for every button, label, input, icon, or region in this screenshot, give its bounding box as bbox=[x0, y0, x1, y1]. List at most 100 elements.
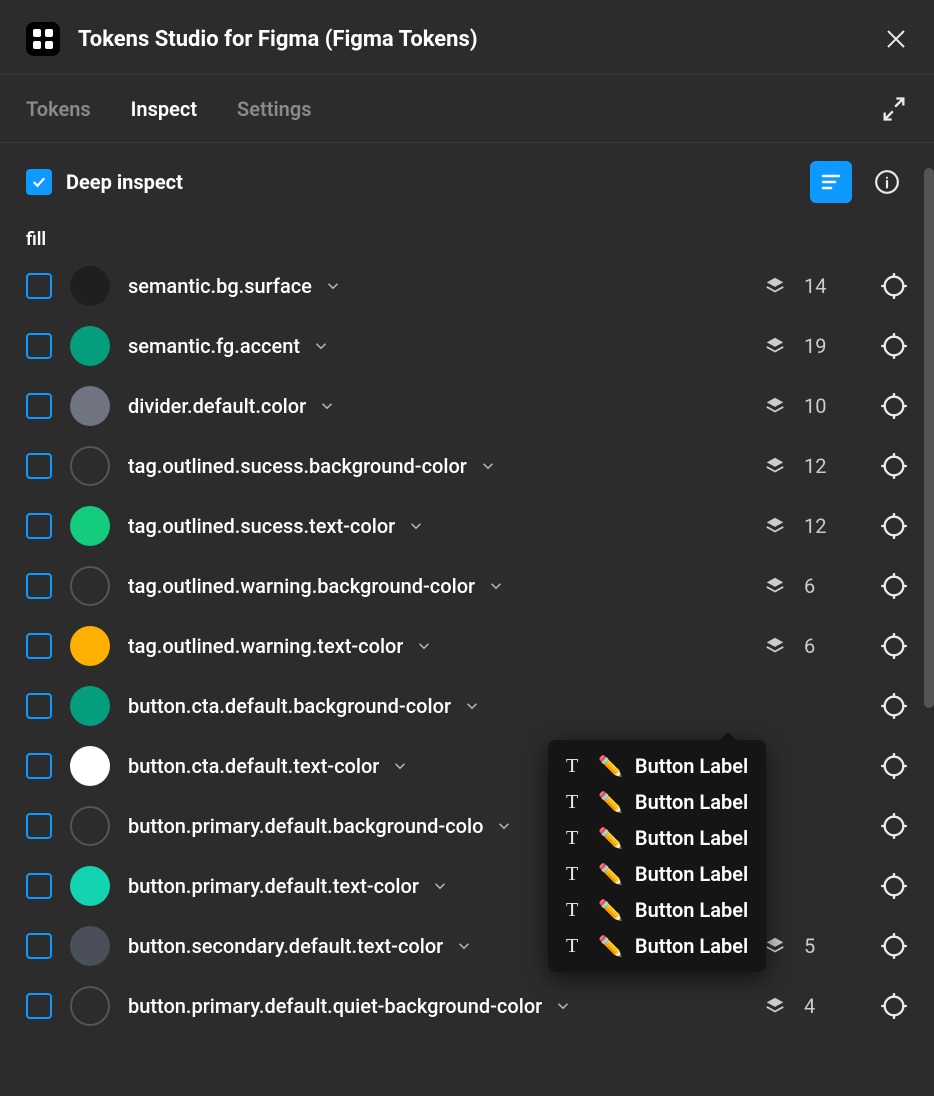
token-row: tag.outlined.warning.text-color6 bbox=[26, 616, 908, 676]
layer-count: 14 bbox=[804, 274, 834, 298]
popover-item-label: Button Label bbox=[635, 790, 748, 814]
layers-icon bbox=[764, 335, 786, 357]
target-icon[interactable] bbox=[880, 452, 908, 480]
tabbar: Tokens Inspect Settings bbox=[0, 75, 934, 143]
tab-tokens[interactable]: Tokens bbox=[26, 97, 91, 121]
chevron-down-icon[interactable] bbox=[495, 817, 513, 835]
info-button[interactable] bbox=[866, 161, 908, 203]
token-row: button.secondary.default.text-color5 bbox=[26, 916, 908, 976]
tab-inspect[interactable]: Inspect bbox=[131, 97, 197, 121]
scrollbar[interactable] bbox=[924, 168, 934, 708]
token-name-block[interactable]: tag.outlined.sucess.text-color bbox=[128, 514, 746, 538]
chevron-down-icon[interactable] bbox=[318, 397, 336, 415]
color-swatch bbox=[70, 866, 110, 906]
text-layer-icon: T bbox=[566, 899, 586, 922]
token-row: button.primary.default.text-color bbox=[26, 856, 908, 916]
app-icon bbox=[26, 22, 60, 56]
token-name: button.primary.default.quiet-background-… bbox=[128, 994, 542, 1018]
deep-inspect-label: Deep inspect bbox=[66, 170, 796, 194]
token-name-block[interactable]: semantic.bg.surface bbox=[128, 274, 746, 298]
color-swatch bbox=[70, 506, 110, 546]
layers-icon bbox=[764, 275, 786, 297]
token-name-block[interactable]: tag.outlined.warning.background-color bbox=[128, 574, 746, 598]
target-icon[interactable] bbox=[880, 692, 908, 720]
target-icon[interactable] bbox=[880, 632, 908, 660]
token-name-block[interactable]: tag.outlined.warning.text-color bbox=[128, 634, 746, 658]
popover-item[interactable]: T✏️Button Label bbox=[566, 934, 748, 958]
popover-item-label: Button Label bbox=[635, 934, 748, 958]
row-checkbox[interactable] bbox=[26, 573, 52, 599]
token-name-block[interactable]: tag.outlined.sucess.background-color bbox=[128, 454, 746, 478]
target-icon[interactable] bbox=[880, 572, 908, 600]
deep-inspect-checkbox[interactable] bbox=[26, 169, 52, 195]
row-checkbox[interactable] bbox=[26, 693, 52, 719]
popover-item[interactable]: T✏️Button Label bbox=[566, 790, 748, 814]
target-icon[interactable] bbox=[880, 392, 908, 420]
token-row: tag.outlined.sucess.background-color12 bbox=[26, 436, 908, 496]
token-name-block[interactable]: semantic.fg.accent bbox=[128, 334, 746, 358]
pencil-icon: ✏️ bbox=[598, 790, 623, 814]
row-checkbox[interactable] bbox=[26, 513, 52, 539]
popover-item[interactable]: T✏️Button Label bbox=[566, 862, 748, 886]
token-row: tag.outlined.sucess.text-color12 bbox=[26, 496, 908, 556]
layer-count: 19 bbox=[804, 334, 834, 358]
row-checkbox[interactable] bbox=[26, 993, 52, 1019]
pencil-icon: ✏️ bbox=[598, 862, 623, 886]
chevron-down-icon[interactable] bbox=[431, 877, 449, 895]
target-icon[interactable] bbox=[880, 992, 908, 1020]
target-icon[interactable] bbox=[880, 332, 908, 360]
target-icon[interactable] bbox=[880, 272, 908, 300]
layer-count: 6 bbox=[804, 574, 834, 598]
row-checkbox[interactable] bbox=[26, 453, 52, 479]
chevron-down-icon[interactable] bbox=[407, 517, 425, 535]
chevron-down-icon[interactable] bbox=[479, 457, 497, 475]
row-checkbox[interactable] bbox=[26, 273, 52, 299]
token-name: tag.outlined.sucess.background-color bbox=[128, 454, 467, 478]
target-icon[interactable] bbox=[880, 512, 908, 540]
popover-item-label: Button Label bbox=[635, 898, 748, 922]
layers-icon bbox=[764, 395, 786, 417]
token-name: button.cta.default.background-color bbox=[128, 694, 451, 718]
row-checkbox[interactable] bbox=[26, 753, 52, 779]
color-swatch bbox=[70, 326, 110, 366]
close-icon[interactable] bbox=[884, 27, 908, 51]
chevron-down-icon[interactable] bbox=[312, 337, 330, 355]
token-name-block[interactable]: button.primary.default.quiet-background-… bbox=[128, 994, 746, 1018]
chevron-down-icon[interactable] bbox=[391, 757, 409, 775]
chevron-down-icon[interactable] bbox=[487, 577, 505, 595]
token-name-block[interactable]: button.cta.default.background-color bbox=[128, 694, 834, 718]
token-row: button.primary.default.background-colo bbox=[26, 796, 908, 856]
target-icon[interactable] bbox=[880, 932, 908, 960]
collapse-icon[interactable] bbox=[880, 95, 908, 123]
color-swatch bbox=[70, 806, 110, 846]
row-checkbox[interactable] bbox=[26, 873, 52, 899]
chevron-down-icon[interactable] bbox=[463, 697, 481, 715]
popover-item[interactable]: T✏️Button Label bbox=[566, 826, 748, 850]
section-fill-label: fill bbox=[0, 221, 934, 256]
token-name-block[interactable]: divider.default.color bbox=[128, 394, 746, 418]
row-checkbox[interactable] bbox=[26, 393, 52, 419]
chevron-down-icon[interactable] bbox=[324, 277, 342, 295]
token-row: semantic.fg.accent 19 bbox=[26, 316, 908, 376]
tab-settings[interactable]: Settings bbox=[237, 97, 311, 121]
popover-item[interactable]: T✏️Button Label bbox=[566, 898, 748, 922]
chevron-down-icon[interactable] bbox=[554, 997, 572, 1015]
target-icon[interactable] bbox=[880, 752, 908, 780]
row-checkbox[interactable] bbox=[26, 633, 52, 659]
popover-item[interactable]: T✏️Button Label bbox=[566, 754, 748, 778]
layers-icon bbox=[764, 455, 786, 477]
chevron-down-icon[interactable] bbox=[415, 637, 433, 655]
plugin-title: Tokens Studio for Figma (Figma Tokens) bbox=[78, 27, 884, 52]
token-name: semantic.bg.surface bbox=[128, 274, 312, 298]
plugin-panel: Tokens Studio for Figma (Figma Tokens) T… bbox=[0, 0, 934, 1096]
chevron-down-icon[interactable] bbox=[455, 937, 473, 955]
layers-icon bbox=[764, 575, 786, 597]
row-checkbox[interactable] bbox=[26, 333, 52, 359]
format-button[interactable] bbox=[810, 161, 852, 203]
row-checkbox[interactable] bbox=[26, 933, 52, 959]
token-name: button.primary.default.text-color bbox=[128, 874, 419, 898]
row-checkbox[interactable] bbox=[26, 813, 52, 839]
target-icon[interactable] bbox=[880, 812, 908, 840]
color-swatch bbox=[70, 446, 110, 486]
target-icon[interactable] bbox=[880, 872, 908, 900]
